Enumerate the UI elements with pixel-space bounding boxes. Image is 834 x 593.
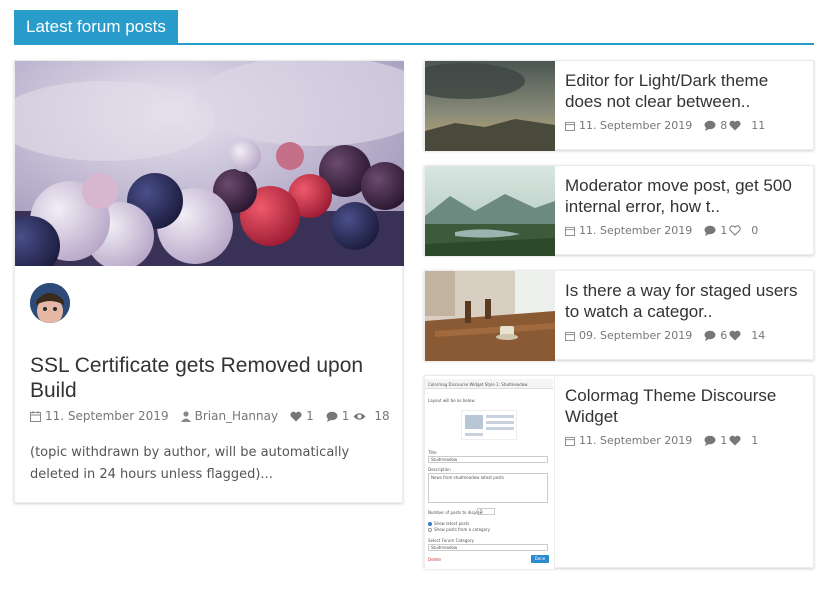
- stormy-sky-photo: [425, 61, 555, 151]
- post-title[interactable]: Editor for Light/Dark theme does not cle…: [565, 70, 805, 112]
- widget-radio-latest[interactable]: Show latest posts: [428, 521, 469, 526]
- featured-post-replies: 1: [341, 409, 350, 423]
- post-date[interactable]: 09. September 2019: [579, 329, 692, 342]
- widget-radio-latest-label: Show latest posts: [434, 521, 470, 526]
- widget-layout-preview: [461, 410, 517, 440]
- widget-radio-category-label: Show posts from a category: [434, 527, 491, 532]
- widget-description-textarea[interactable]: News from studmeadow latest posts: [428, 473, 548, 503]
- featured-post-title[interactable]: SSL Certificate gets Removed upon Build: [30, 353, 395, 403]
- calendar-icon: [565, 226, 575, 236]
- post-replies: 1: [720, 434, 728, 447]
- post-replies: 6: [720, 329, 728, 342]
- heart-icon[interactable]: [729, 120, 741, 131]
- widget-radio-category[interactable]: Show posts from a category: [428, 527, 490, 532]
- widget-count-label: Number of posts to display:: [428, 510, 484, 515]
- comment-icon: [704, 225, 716, 236]
- heart-icon[interactable]: [729, 330, 741, 341]
- cafe-table-photo: [425, 271, 555, 361]
- featured-post-card[interactable]: SSL Certificate gets Removed upon Build …: [14, 60, 404, 503]
- radio-empty-icon: [428, 527, 432, 532]
- section-header: Latest forum posts: [14, 10, 814, 45]
- post-meta: 11. September 2019 8 11: [565, 119, 765, 132]
- featured-post-meta: 11. September 2019 Brian_Hannay 1 1 18: [30, 409, 400, 423]
- post-replies: 1: [720, 224, 728, 237]
- author-avatar[interactable]: [30, 283, 70, 323]
- calendar-icon: [565, 331, 575, 341]
- widget-heading: Colormag Discourse Widget Style 1: Studm…: [428, 382, 528, 387]
- post-title[interactable]: Is there a way for staged users to watch…: [565, 280, 805, 322]
- post-date[interactable]: 11. September 2019: [579, 224, 692, 237]
- featured-post-views: 18: [374, 409, 390, 423]
- heart-outline-icon[interactable]: [729, 225, 741, 236]
- post-date[interactable]: 11. September 2019: [579, 119, 692, 132]
- post-thumbnail[interactable]: Colormag Discourse Widget Style 1: Studm…: [425, 376, 555, 569]
- eye-icon: [353, 412, 366, 421]
- comment-icon: [326, 411, 338, 422]
- comment-icon: [704, 120, 716, 131]
- post-card[interactable]: Moderator move post, get 500 internal er…: [424, 165, 814, 256]
- widget-layout-label: Layout will be as below: [428, 398, 475, 403]
- lake-valley-photo: [425, 166, 555, 256]
- post-title[interactable]: Colormag Theme Discourse Widget: [565, 385, 805, 427]
- user-icon: [180, 410, 191, 422]
- heart-icon[interactable]: [729, 435, 741, 446]
- featured-post-image[interactable]: [15, 61, 404, 266]
- post-likes: 11: [751, 119, 766, 132]
- post-card[interactable]: Is there a way for staged users to watch…: [424, 270, 814, 361]
- post-thumbnail[interactable]: [425, 271, 555, 361]
- widget-category-label: Select Forum Category: [428, 538, 474, 543]
- widget-category-select[interactable]: Studmeadow: [428, 544, 548, 551]
- widget-delete-link[interactable]: Delete: [428, 557, 441, 562]
- post-likes: 0: [751, 224, 759, 237]
- widget-title-input[interactable]: Studmeadow: [428, 456, 548, 463]
- berries-photo: [15, 61, 404, 266]
- heart-icon[interactable]: [290, 411, 302, 422]
- radio-selected-icon: [428, 521, 432, 526]
- post-meta: 09. September 2019 6 14: [565, 329, 765, 342]
- post-likes: 1: [751, 434, 759, 447]
- featured-post-likes: 1: [306, 409, 314, 423]
- post-meta: 11. September 2019 1 1: [565, 434, 758, 447]
- featured-post-date[interactable]: 11. September 2019: [45, 409, 169, 423]
- widget-count-input[interactable]: 5: [477, 508, 495, 515]
- post-card[interactable]: Editor for Light/Dark theme does not cle…: [424, 60, 814, 151]
- section-title: Latest forum posts: [14, 10, 178, 43]
- widget-description-label: Description: [428, 467, 451, 472]
- calendar-icon: [30, 410, 41, 422]
- post-thumbnail[interactable]: [425, 166, 555, 256]
- post-likes: 14: [751, 329, 766, 342]
- calendar-icon: [565, 121, 575, 131]
- featured-post-author[interactable]: Brian_Hannay: [195, 409, 279, 423]
- featured-post-excerpt: (topic withdrawn by author, will be auto…: [30, 445, 350, 482]
- calendar-icon: [565, 436, 575, 446]
- widget-done-button[interactable]: Done: [531, 555, 549, 563]
- comment-icon: [704, 330, 716, 341]
- comment-icon: [704, 435, 716, 446]
- post-date[interactable]: 11. September 2019: [579, 434, 692, 447]
- post-thumbnail[interactable]: [425, 61, 555, 151]
- post-replies: 8: [720, 119, 728, 132]
- post-card[interactable]: Colormag Discourse Widget Style 1: Studm…: [424, 375, 814, 569]
- avatar-image: [30, 283, 70, 323]
- post-title[interactable]: Moderator move post, get 500 internal er…: [565, 175, 805, 217]
- post-meta: 11. September 2019 1 0: [565, 224, 758, 237]
- widget-header: Colormag Discourse Widget Style 1: Studm…: [425, 379, 553, 389]
- widget-title-label: Title: [428, 450, 437, 455]
